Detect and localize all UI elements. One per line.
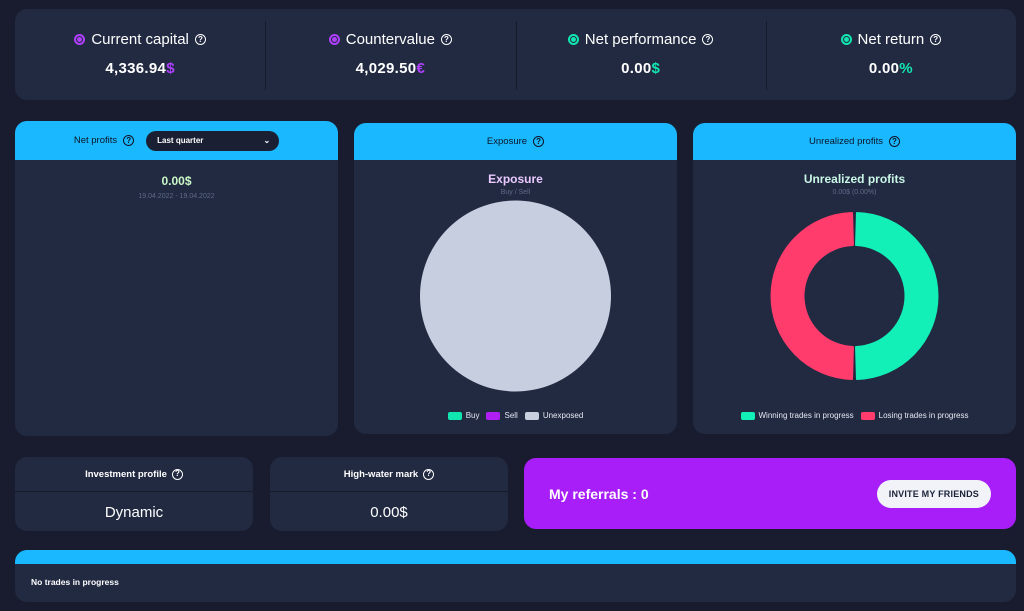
card-title: Investment profile <box>85 468 167 480</box>
stat-value: 0.00% <box>869 60 913 77</box>
legend-label: Winning trades in progress <box>758 411 854 420</box>
legend-swatch <box>486 411 501 420</box>
help-icon[interactable]: ? <box>171 468 183 480</box>
stat-label: Countervalue <box>345 31 435 48</box>
chart-legend: Winning trades in progress Losing trades… <box>693 411 1016 420</box>
indicator-dot-icon <box>74 34 86 45</box>
panel-header-bar <box>15 550 1016 564</box>
pie-slice-winning-trades-in-progress[interactable] <box>855 212 939 380</box>
legend-swatch <box>524 411 539 420</box>
stat-number: 0.00 <box>868 60 900 77</box>
unrealized-profits-panel: Unrealized profits ? Unrealized profits … <box>693 123 1016 434</box>
help-icon[interactable]: ? <box>440 34 452 45</box>
legend-swatch <box>740 411 755 420</box>
card-header: High-water mark ? <box>270 457 508 492</box>
stat-unit: $ <box>651 60 661 77</box>
high-water-mark-card: High-water mark ? 0.00$ <box>270 457 508 531</box>
legend-label: Unexposed <box>542 411 584 420</box>
card-header: Investment profile ? <box>15 457 253 492</box>
stat-unit: $ <box>166 60 175 77</box>
card-title: High-water mark <box>343 468 419 480</box>
legend-item-unexposed[interactable]: Unexposed <box>524 411 584 420</box>
stat-net-return: Net return ? 0.00% <box>765 9 1016 100</box>
invite-friends-button[interactable]: INVITE MY FRIENDS <box>876 479 991 508</box>
date-range: 19.04.2022 - 19.04.2022 <box>138 193 215 200</box>
stat-unit: % <box>899 60 913 77</box>
stat-number: 4,336.94 <box>105 60 167 77</box>
stat-number: 4,029.50 <box>355 60 417 77</box>
pie-slice-losing-trades-in-progress[interactable] <box>770 212 854 380</box>
legend-label: Losing trades in progress <box>878 411 969 420</box>
indicator-dot-icon <box>567 34 579 45</box>
stat-value: 4,029.50€ <box>356 60 425 77</box>
indicator-dot-icon <box>840 34 852 45</box>
legend-item-buy[interactable]: Buy <box>447 411 480 420</box>
help-icon[interactable]: ? <box>930 34 942 45</box>
help-icon[interactable]: ? <box>423 468 435 480</box>
legend-item-winning[interactable]: Winning trades in progress <box>740 411 854 420</box>
legend-label: Sell <box>504 411 518 420</box>
help-icon[interactable]: ? <box>702 34 714 45</box>
help-icon[interactable]: ? <box>194 34 206 45</box>
referrals-card: My referrals : 0 INVITE MY FRIENDS <box>524 458 1016 529</box>
referrals-label: My referrals : 0 <box>549 485 649 502</box>
period-selected: Last quarter <box>157 136 204 145</box>
stat-label: Net performance <box>584 31 697 48</box>
exposure-pie-chart <box>420 200 611 392</box>
legend-item-sell[interactable]: Sell <box>486 411 518 420</box>
stat-value: 4,336.94$ <box>105 60 174 77</box>
chevron-down-icon: ⌄ <box>263 136 271 145</box>
legend-swatch <box>860 411 875 420</box>
period-select[interactable]: Last quarter ⌄ <box>146 130 280 151</box>
help-icon[interactable]: ? <box>123 135 135 146</box>
net-profits-value: 0.00$ <box>161 174 192 188</box>
legend-swatch <box>447 411 462 420</box>
chart-legend: Buy Sell Unexposed <box>354 411 677 420</box>
stats-bar: Current capital ? 4,336.94$ Countervalue… <box>15 9 1016 100</box>
panel-header: Net profits ? Last quarter ⌄ <box>15 121 338 160</box>
investment-profile-card: Investment profile ? Dynamic <box>15 457 253 531</box>
stat-current-capital: Current capital ? 4,336.94$ <box>15 9 265 100</box>
high-water-mark-value: 0.00$ <box>370 504 408 521</box>
trades-panel: No trades in progress <box>15 550 1016 602</box>
exposure-panel: Exposure ? Exposure Buy / Sell Buy Sell … <box>354 123 677 434</box>
stat-net-performance: Net performance ? 0.00$ <box>515 9 766 100</box>
no-trades-text: No trades in progress <box>31 577 119 587</box>
indicator-dot-icon <box>328 34 340 45</box>
panel-title: Net profits <box>73 135 118 146</box>
investment-profile-value: Dynamic <box>104 504 164 521</box>
stat-value: 0.00$ <box>621 60 660 77</box>
unrealized-donut-chart <box>770 212 939 380</box>
stat-number: 0.00 <box>621 60 652 77</box>
stat-label: Current capital <box>91 31 189 48</box>
stat-unit: € <box>416 60 426 77</box>
legend-label: Buy <box>465 411 480 420</box>
legend-item-losing[interactable]: Losing trades in progress <box>860 411 969 420</box>
stat-label: Net return <box>857 31 925 48</box>
net-profits-panel: Net profits ? Last quarter ⌄ 0.00$ 19.04… <box>15 121 338 436</box>
pie-slice-unexposed[interactable] <box>420 200 611 392</box>
stat-countervalue: Countervalue ? 4,029.50€ <box>265 9 515 100</box>
